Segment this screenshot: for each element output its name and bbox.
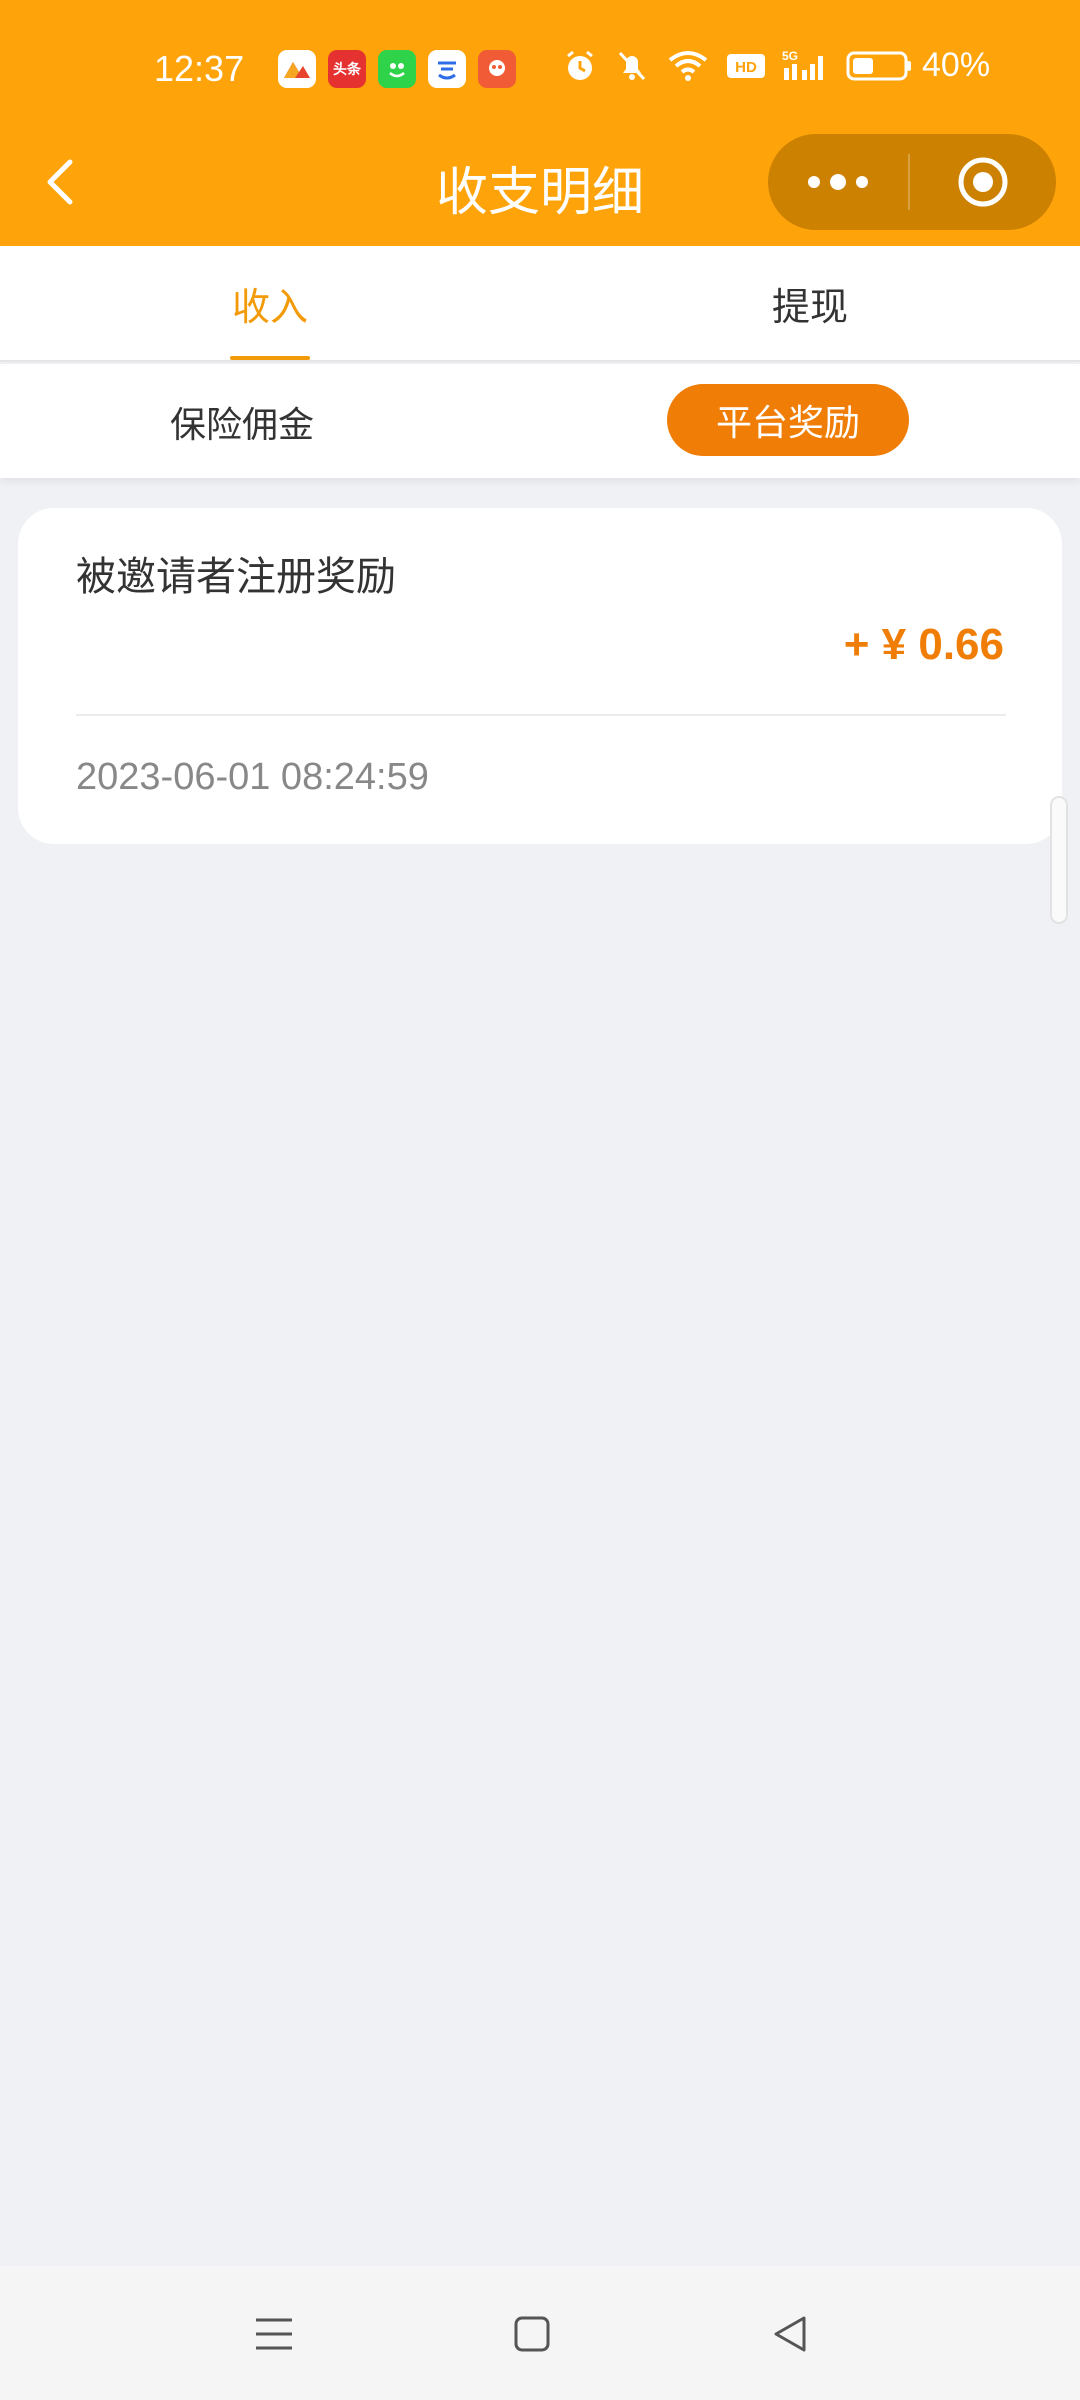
signal-5g-icon: 5G [782, 49, 823, 80]
more-dot-icon [830, 174, 846, 190]
toutiao-label: 头条 [333, 62, 361, 78]
close-miniprogram-button[interactable] [910, 134, 1056, 230]
menu-button[interactable] [244, 2304, 304, 2364]
tab-withdraw[interactable]: 提现 [772, 276, 848, 331]
wifi-icon [668, 50, 708, 81]
header: 12:37 头条 HD 5G 40% 收支明细 [0, 0, 1080, 246]
battery-icon [846, 51, 911, 80]
toutiao-icon: 头条 [328, 50, 366, 88]
battery-percent: 40% [922, 46, 991, 84]
alarm-icon [567, 50, 593, 80]
record-time: 2023-06-01 08:24:59 [76, 756, 429, 798]
record-title: 被邀请者注册奖励 [76, 554, 396, 600]
mute-icon [618, 51, 646, 80]
system-navigation-bar [0, 2266, 1080, 2400]
system-icons: HD 5G 40% [562, 46, 990, 85]
hd-icon: HD [727, 53, 765, 78]
sub-tabs: 保险佣金 平台奖励 [0, 364, 1080, 478]
record-amount: + ¥ 0.66 [843, 620, 1004, 669]
square-home-icon [514, 2316, 550, 2352]
subtab-commission[interactable]: 保险佣金 [170, 396, 314, 448]
svg-text:HD: HD [735, 59, 757, 76]
record-divider [76, 714, 1006, 716]
more-dot-icon [808, 176, 820, 188]
red-app-icon [478, 50, 516, 88]
home-button[interactable] [502, 2304, 562, 2364]
scrollbar[interactable] [1050, 796, 1068, 924]
record-card: 被邀请者注册奖励 + ¥ 0.66 2023-06-01 08:24:59 [18, 508, 1062, 844]
app-icon-1 [278, 50, 316, 88]
miniprogram-capsule [768, 134, 1056, 230]
navbar: 收支明细 [0, 134, 1080, 230]
subtab-reward[interactable]: 平台奖励 [667, 384, 909, 456]
notification-apps: 头条 [278, 50, 516, 88]
green-app-icon [378, 50, 416, 88]
back-system-button[interactable] [760, 2304, 820, 2364]
triangle-back-icon [774, 2316, 806, 2352]
more-dot-icon [856, 176, 868, 188]
tab-active-indicator [230, 356, 310, 360]
target-icon [958, 157, 1008, 207]
tab-income[interactable]: 收入 [232, 276, 308, 331]
status-time: 12:37 [154, 48, 245, 89]
cloud-app-icon [428, 50, 466, 88]
status-bar: 12:37 头条 HD 5G 40% [0, 40, 1080, 104]
main-tabs: 收入 提现 [0, 246, 1080, 362]
more-button[interactable] [768, 134, 908, 230]
svg-text:5G: 5G [782, 49, 798, 63]
menu-icon [256, 2318, 292, 2350]
battery: 40% [846, 46, 990, 85]
